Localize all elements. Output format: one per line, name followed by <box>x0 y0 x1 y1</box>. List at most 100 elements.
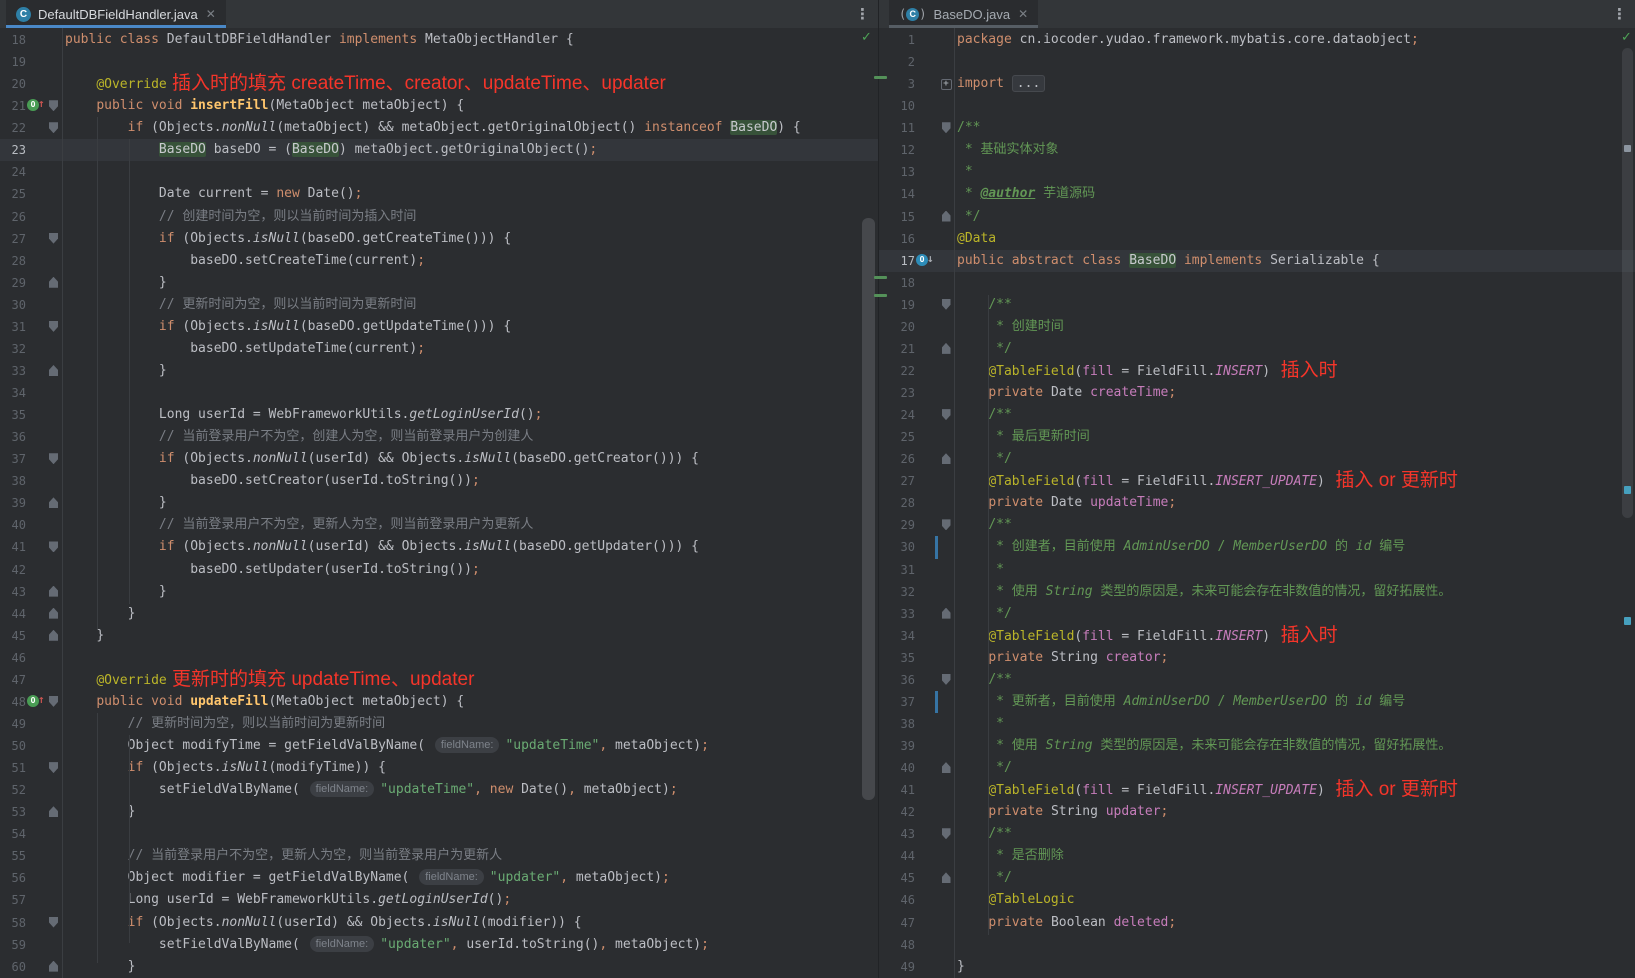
inspection-ok-icon[interactable]: ✓ <box>1621 31 1632 44</box>
code-text: // 更新时间为空，则以当前时间为更新时间 <box>61 713 878 735</box>
fold-region-start-icon[interactable] <box>49 696 58 707</box>
code-line: 52 setFieldValByName( fieldName:"updateT… <box>0 779 878 801</box>
code-text: * @author 芋道源码 <box>953 183 1635 205</box>
close-icon[interactable]: ✕ <box>1018 8 1028 20</box>
code-text: * <box>953 713 1635 735</box>
fold-region-end-icon[interactable] <box>942 608 951 619</box>
tab-basedo[interactable]: (C) BaseDO.java ✕ <box>889 0 1038 28</box>
stripe-mark[interactable] <box>1624 486 1631 494</box>
fold-region-start-icon[interactable] <box>49 100 58 111</box>
code-line: 20 @Override 插入时的填充 createTime、creator、u… <box>0 73 878 95</box>
code-line: 42 private String updater; <box>879 801 1635 823</box>
abstract-paren: ) <box>919 7 926 22</box>
fold-region-end-icon[interactable] <box>49 961 58 972</box>
code-text: * 创建者，目前使用 AdminUserDO / MemberUserDO 的 … <box>953 536 1635 558</box>
line-number: 37 <box>879 691 915 713</box>
fold-region-start-icon[interactable] <box>942 409 951 420</box>
fold-region-end-icon[interactable] <box>49 630 58 641</box>
scrollbar-thumb-left[interactable] <box>862 218 875 800</box>
line-number: 39 <box>0 492 26 514</box>
fold-region-start-icon[interactable] <box>942 519 951 530</box>
folded-code-placeholder[interactable]: ... <box>1012 75 1045 92</box>
fold-region-end-icon[interactable] <box>942 453 951 464</box>
red-annotation-text: 插入 or 更新时 <box>1325 470 1458 491</box>
fold-region-start-icon[interactable] <box>49 541 58 552</box>
line-number: 19 <box>879 294 915 316</box>
tab-defaultdbfieldhandler[interactable]: C DefaultDBFieldHandler.java ✕ <box>6 0 226 28</box>
code-line: 41 if (Objects.nonNull(userId) && Object… <box>0 536 878 558</box>
red-annotation-text: 插入时 <box>1270 360 1338 381</box>
fold-region-end-icon[interactable] <box>49 365 58 376</box>
code-text: if (Objects.isNull(baseDO.getUpdateTime(… <box>61 316 878 338</box>
code-text: */ <box>953 206 1635 228</box>
fold-region-start-icon[interactable] <box>49 122 58 133</box>
code-text: if (Objects.nonNull(userId) && Objects.i… <box>61 912 878 934</box>
fold-region-start-icon[interactable] <box>942 828 951 839</box>
fold-region-end-icon[interactable] <box>942 211 951 222</box>
fold-region-end-icon[interactable] <box>942 762 951 773</box>
fold-region-start-icon[interactable] <box>942 122 951 133</box>
code-text: BaseDO baseDO = (BaseDO) metaObject.getO… <box>61 139 878 161</box>
fold-region-end-icon[interactable] <box>49 806 58 817</box>
line-number: 32 <box>879 581 915 603</box>
line-number: 30 <box>879 536 915 558</box>
fold-region-end-icon[interactable] <box>942 872 951 883</box>
code-line: 23 private Date createTime; <box>879 382 1635 404</box>
line-number: 20 <box>879 316 915 338</box>
code-line: 21 */ <box>879 338 1635 360</box>
parameter-hint: fieldName: <box>310 936 375 952</box>
fold-region-end-icon[interactable] <box>49 277 58 288</box>
fold-region-start-icon[interactable] <box>49 233 58 244</box>
editor-right[interactable]: 1package cn.iocoder.yudao.framework.myba… <box>879 28 1635 978</box>
line-number: 11 <box>879 117 915 139</box>
code-line: 35 Long userId = WebFrameworkUtils.getLo… <box>0 404 878 426</box>
code-line: 20 * 创建时间 <box>879 316 1635 338</box>
indent-guide <box>129 735 130 943</box>
stripe-mark[interactable] <box>1624 145 1631 152</box>
fold-region-end-icon[interactable] <box>49 497 58 508</box>
scrollbar-thumb-right[interactable] <box>1622 48 1633 518</box>
line-number: 36 <box>879 669 915 691</box>
code-line: 35 private String creator; <box>879 647 1635 669</box>
fold-region-start-icon[interactable] <box>49 917 58 928</box>
fold-region-end-icon[interactable] <box>49 608 58 619</box>
code-text: private Date createTime; <box>953 382 1635 404</box>
line-number: 40 <box>0 514 26 536</box>
line-number: 17 <box>879 250 915 272</box>
fold-region-start-icon[interactable] <box>49 453 58 464</box>
code-line: 33 } <box>0 360 878 382</box>
fold-region-start-icon[interactable] <box>49 762 58 773</box>
code-text: * 最后更新时间 <box>953 426 1635 448</box>
inspection-ok-icon[interactable]: ✓ <box>861 31 872 44</box>
code-text: * 使用 String 类型的原因是，未来可能会存在非数值的情况，留好拓展性。 <box>953 735 1635 757</box>
code-text: /** <box>953 514 1635 536</box>
editor-left[interactable]: 18public class DefaultDBFieldHandler imp… <box>0 28 878 978</box>
fold-region-start-icon[interactable] <box>942 299 951 310</box>
expand-fold-icon[interactable]: + <box>941 79 952 90</box>
code-text: // 当前登录用户不为空，更新人为空，则当前登录用户为更新人 <box>61 845 878 867</box>
line-number: 29 <box>879 514 915 536</box>
tab-options-icon[interactable]: ⋮ <box>855 4 870 24</box>
close-icon[interactable]: ✕ <box>206 8 216 20</box>
fold-region-end-icon[interactable] <box>49 586 58 597</box>
tab-bar-right: (C) BaseDO.java ✕ ⋮ <box>878 0 1635 29</box>
tab-options-icon[interactable]: ⋮ <box>1612 4 1627 24</box>
code-line: 30 // 更新时间为空，则以当前时间为更新时间 <box>0 294 878 316</box>
code-text: private String updater; <box>953 801 1635 823</box>
code-line: 19 <box>0 51 878 73</box>
fold-region-end-icon[interactable] <box>942 343 951 354</box>
fold-region-start-icon[interactable] <box>49 321 58 332</box>
line-number: 49 <box>0 713 26 735</box>
line-number: 28 <box>879 492 915 514</box>
line-number: 42 <box>879 801 915 823</box>
stripe-mark[interactable] <box>1624 617 1631 625</box>
code-text: * <box>953 559 1635 581</box>
code-line: 26 */ <box>879 448 1635 470</box>
line-number: 2 <box>879 51 915 73</box>
line-number: 54 <box>0 823 26 845</box>
code-text <box>953 95 1635 117</box>
code-line: 31 * <box>879 559 1635 581</box>
line-number: 28 <box>0 250 26 272</box>
fold-region-start-icon[interactable] <box>942 674 951 685</box>
indent-guide <box>97 713 98 963</box>
